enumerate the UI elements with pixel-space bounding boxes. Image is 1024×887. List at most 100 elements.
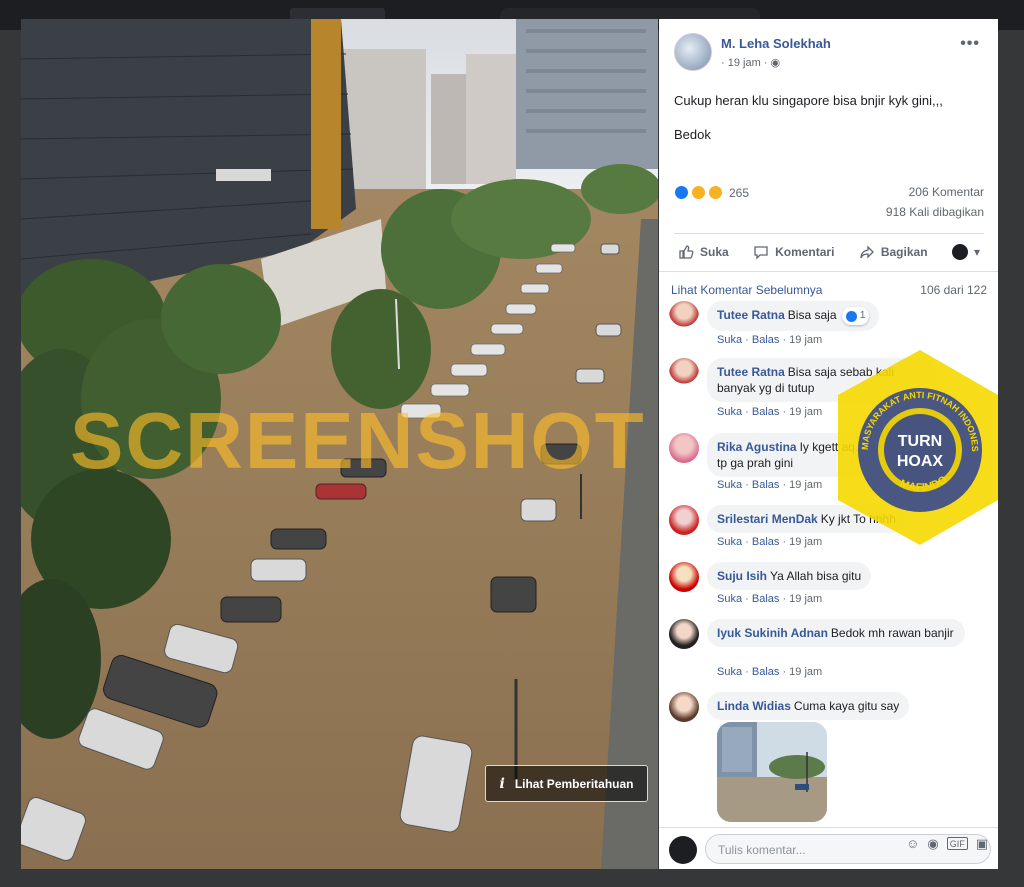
share-icon: [860, 244, 874, 259]
commenter-avatar[interactable]: [669, 562, 699, 592]
audience-selector[interactable]: ▾: [948, 238, 984, 266]
comment-time[interactable]: 19 jam: [789, 536, 822, 548]
chevron-down-icon: ▾: [973, 244, 980, 259]
comment-icon: [754, 245, 768, 260]
comment-reply-link[interactable]: Balas: [752, 406, 780, 418]
comment-reaction-chip[interactable]: 1: [841, 307, 870, 325]
like-reaction-icon: [845, 310, 857, 322]
comment-bubble: Linda Widias Cuma kaya gitu say: [707, 692, 910, 720]
comment-reply-link[interactable]: Balas: [752, 334, 780, 346]
reaction-count: 265: [729, 185, 750, 200]
comment-actions: Suka · Balas · 19 jam: [717, 593, 823, 605]
comments-pagination-count: 106 dari 122: [920, 283, 987, 297]
thumbs-up-icon: [679, 244, 694, 259]
divider: [659, 271, 998, 272]
emoji-icon[interactable]: ☺: [906, 836, 919, 852]
commenter-name[interactable]: Rika Agustina: [717, 440, 797, 454]
comment-time[interactable]: 19 jam: [789, 666, 822, 678]
comment-bubble: Suju Isih Ya Allah bisa gitu: [707, 562, 872, 590]
comment-text: Bedok mh rawan banjir: [830, 626, 954, 640]
stamp-logo: MASYARAKAT ANTI FITNAH INDONESIA MAFINDO…: [835, 342, 998, 545]
post-text: Cukup heran klu singapore bisa bnjir kyk…: [674, 92, 943, 160]
comment-text: Ya Allah bisa gitu: [770, 569, 862, 583]
commenter-name[interactable]: Srilestari MenDak: [717, 512, 818, 526]
comment-time[interactable]: 19 jam: [789, 334, 822, 346]
commenter-name[interactable]: Linda Widias: [717, 699, 791, 713]
view-previous-comments-link[interactable]: Lihat Komentar Sebelumnya: [671, 283, 822, 297]
comment-bubble: Tutee Ratna Bisa saja 1: [707, 301, 880, 331]
stamp-hoax-text: HOAX: [897, 453, 944, 470]
commenter-name[interactable]: Iyuk Sukinih Adnan: [717, 626, 828, 640]
author-avatar[interactable]: [674, 33, 712, 71]
comment-like-link[interactable]: Suka: [717, 666, 742, 678]
comment-like-link[interactable]: Suka: [717, 334, 742, 346]
comment-bubble: Iyuk Sukinih Adnan Bedok mh rawan banjir: [707, 619, 965, 647]
comment-time[interactable]: 19 jam: [789, 593, 822, 605]
sad-reaction-icon: [691, 185, 706, 200]
shares-count[interactable]: 918 Kali dibagikan: [886, 205, 984, 219]
comment-button[interactable]: Komentari: [749, 238, 838, 266]
stamp-turn-text: TURN: [898, 433, 942, 450]
comment-like-link[interactable]: Suka: [717, 406, 742, 418]
comment-time[interactable]: 19 jam: [789, 479, 822, 491]
like-reaction-icon: [674, 185, 689, 200]
comment-reply-link[interactable]: Balas: [752, 479, 780, 491]
comment-actions: Suka · Balas · 19 jam: [717, 536, 823, 548]
current-user-avatar: [669, 836, 697, 864]
globe-icon: ◉: [770, 57, 781, 69]
comment-reaction-count: 1: [859, 310, 866, 321]
comment-text: Cuma kaya gitu say: [793, 699, 900, 713]
view-notice-button[interactable]: i Lihat Pemberitahuan: [485, 765, 648, 802]
post-text-line: Bedok: [674, 127, 711, 142]
profile-avatar-small: [951, 243, 968, 260]
comment-like-link[interactable]: Suka: [717, 593, 742, 605]
share-label: Bagikan: [880, 244, 928, 259]
more-options-icon[interactable]: •••: [960, 35, 980, 53]
comment-actions: Suka · Balas · 19 jam: [717, 334, 823, 346]
sticker-icon[interactable]: ▣: [976, 836, 988, 852]
like-button[interactable]: Suka: [674, 238, 733, 266]
commenter-avatar[interactable]: [669, 505, 699, 535]
turnbackhoax-stamp: MASYARAKAT ANTI FITNAH INDONESIA MAFINDO…: [835, 342, 998, 545]
commenter-avatar[interactable]: [669, 433, 699, 463]
post-text-line: Cukup heran klu singapore bisa bnjir kyk…: [674, 93, 943, 108]
share-button[interactable]: Bagikan: [855, 238, 932, 266]
comment-like-link[interactable]: Suka: [717, 479, 742, 491]
comment-text: Bisa saja: [787, 308, 837, 323]
post-time[interactable]: 19 jam: [728, 57, 761, 69]
comment-actions: Suka · Balas · 19 jam: [717, 406, 823, 418]
composer-icons: ☺ ◉ GIF ▣: [906, 836, 988, 852]
view-notice-label: Lihat Pemberitahuan: [514, 776, 634, 791]
comment-composer: Tulis komentar... ☺ ◉ GIF ▣: [659, 827, 998, 869]
commenter-name[interactable]: Suju Isih: [717, 569, 767, 583]
comment-actions: Suka · Balas · 19 jam: [717, 479, 823, 491]
comment-like-link[interactable]: Suka: [717, 536, 742, 548]
commenter-avatar[interactable]: [669, 619, 699, 649]
comment-reply-link[interactable]: Balas: [752, 536, 780, 548]
commenter-avatar[interactable]: [669, 301, 699, 331]
author-name[interactable]: M. Leha Solekhah: [721, 36, 831, 51]
comment-time[interactable]: 19 jam: [789, 406, 822, 418]
comments-count[interactable]: 206 Komentar: [909, 185, 984, 199]
comment-reply-link[interactable]: Balas: [752, 666, 780, 678]
info-icon: i: [499, 775, 505, 792]
commenter-name[interactable]: Tutee Ratna: [717, 365, 785, 379]
gif-icon[interactable]: GIF: [946, 837, 968, 850]
previous-comments: Lihat Komentar Sebelumnya 106 dari 122: [671, 283, 987, 297]
reactions-summary[interactable]: 265: [674, 185, 749, 200]
post-stats: 265 206 Komentar 918 Kali dibagikan: [674, 185, 984, 225]
comment-actions: Suka · Balas · 19 jam: [717, 666, 823, 678]
post-header: M. Leha Solekhah · 19 jam · ◉ •••: [674, 33, 984, 73]
camera-icon[interactable]: ◉: [927, 836, 938, 852]
commenter-name[interactable]: Tutee Ratna: [717, 308, 785, 322]
comment-reply-link[interactable]: Balas: [752, 593, 780, 605]
post-actions: Suka Komentari Bagikan ▾: [674, 233, 984, 269]
commenter-avatar[interactable]: [669, 692, 699, 722]
like-label: Suka: [700, 244, 729, 259]
flood-street-thumbnail: [717, 722, 827, 822]
wow-reaction-icon: [708, 185, 723, 200]
comment-attached-photo[interactable]: [717, 722, 827, 822]
post-meta: · 19 jam · ◉: [721, 57, 781, 69]
commenter-avatar[interactable]: [669, 358, 699, 388]
comment-label: Komentari: [775, 244, 835, 259]
